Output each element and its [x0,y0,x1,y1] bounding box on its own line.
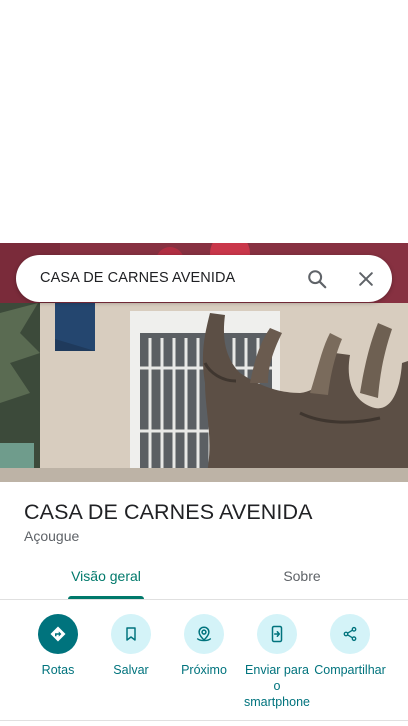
nearby-label: Próximo [181,663,227,677]
share-label: Compartilhar [314,663,386,677]
tab-about[interactable]: Sobre [230,556,374,600]
directions-label: Rotas [41,663,75,677]
place-category[interactable]: Açougue [24,528,79,544]
share-icon [330,614,370,654]
share-button[interactable]: Compartilhar [313,614,387,678]
nearby-icon [184,614,224,654]
nearby-button[interactable]: Próximo [167,614,241,678]
action-bar: Rotas Salvar Próximo Enviar para o smart… [0,614,408,714]
search-input[interactable]: CASA DE CARNES AVENIDA [40,255,235,302]
tab-overview[interactable]: Visão geral [34,556,178,600]
divider [0,599,408,600]
directions-icon [38,614,78,654]
search-icon[interactable] [304,266,330,292]
send-to-phone-icon [257,614,297,654]
send-to-phone-label: Enviar para o smartphone [243,663,310,709]
save-label: Salvar [113,663,149,677]
send-to-phone-button[interactable]: Enviar para o smartphone [240,614,314,710]
bookmark-icon [111,614,151,654]
place-tabs: Visão geral Sobre [0,556,408,600]
directions-button[interactable]: Rotas [21,614,95,678]
save-button[interactable]: Salvar [94,614,168,678]
search-bar[interactable]: CASA DE CARNES AVENIDA [16,255,392,302]
divider [0,720,408,721]
close-icon[interactable] [353,266,379,292]
place-title: CASA DE CARNES AVENIDA [24,500,313,524]
